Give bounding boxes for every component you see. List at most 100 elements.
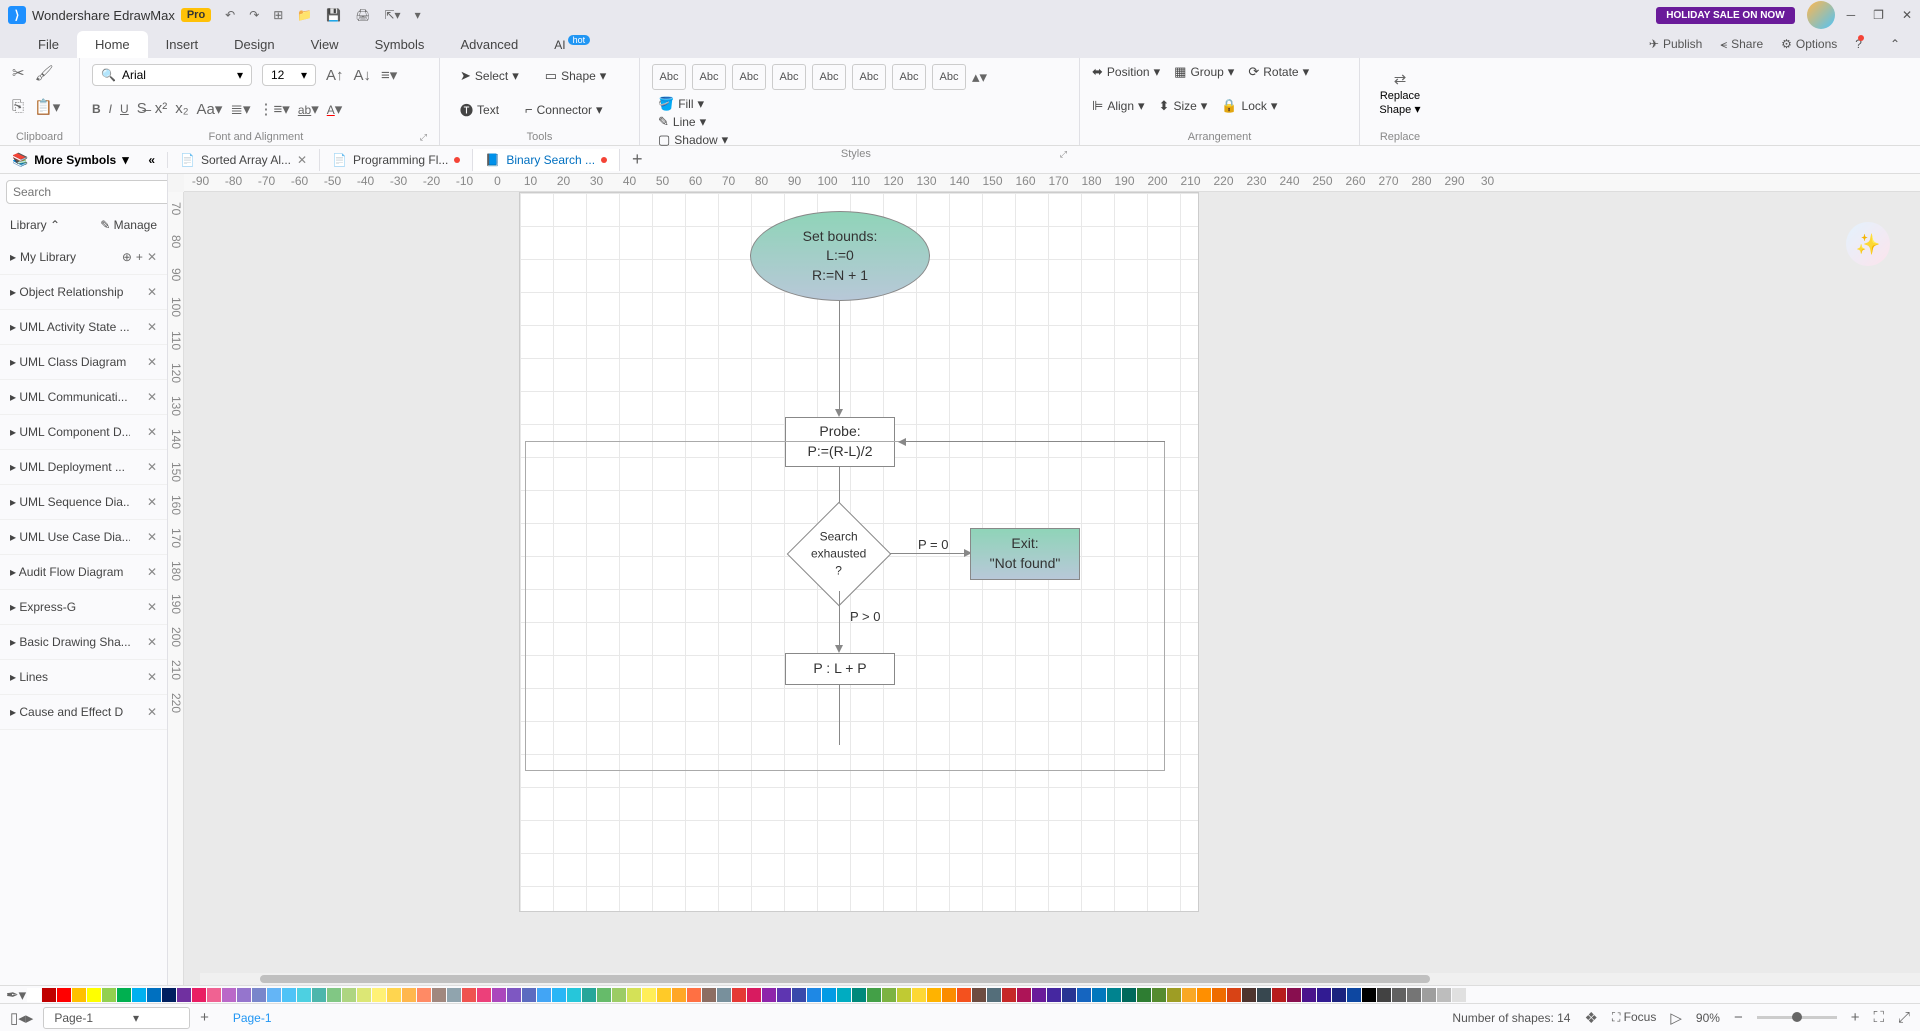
color-swatch[interactable]: [42, 988, 56, 1002]
page-tab-active[interactable]: Page-1: [219, 1011, 286, 1025]
color-swatch[interactable]: [732, 988, 746, 1002]
undo-icon[interactable]: ↶: [225, 8, 235, 22]
align-button[interactable]: ⊫ Align▾: [1092, 98, 1145, 114]
text-tool[interactable]: 🅣 Text: [452, 96, 507, 123]
color-swatch[interactable]: [312, 988, 326, 1002]
doc-tab-1[interactable]: 📄Programming Fl...: [320, 149, 473, 171]
menu-ai[interactable]: AIhot: [536, 31, 608, 58]
color-swatch[interactable]: [867, 988, 881, 1002]
menu-symbols[interactable]: Symbols: [357, 31, 443, 58]
color-swatch[interactable]: [972, 988, 986, 1002]
bold-icon[interactable]: B: [92, 100, 101, 117]
color-swatch[interactable]: [342, 988, 356, 1002]
font-select[interactable]: 🔍 Arial▾: [92, 64, 252, 86]
connector[interactable]: [839, 685, 840, 745]
menu-advanced[interactable]: Advanced: [442, 31, 536, 58]
library-item[interactable]: ▸ Cause and Effect D✕: [0, 695, 167, 730]
color-swatch[interactable]: [1152, 988, 1166, 1002]
fit-page-icon[interactable]: ⛶: [1873, 1009, 1884, 1026]
save-icon[interactable]: 💾: [326, 8, 341, 22]
color-swatch[interactable]: [1092, 988, 1106, 1002]
color-swatch[interactable]: [1302, 988, 1316, 1002]
add-page-icon[interactable]: +: [200, 1009, 209, 1026]
color-swatch[interactable]: [1002, 988, 1016, 1002]
lib-close-icon[interactable]: ✕: [147, 495, 157, 509]
color-swatch[interactable]: [162, 988, 176, 1002]
zoom-slider[interactable]: [1757, 1016, 1837, 1019]
color-swatch[interactable]: [417, 988, 431, 1002]
color-swatch[interactable]: [252, 988, 266, 1002]
color-swatch[interactable]: [597, 988, 611, 1002]
color-swatch[interactable]: [177, 988, 191, 1002]
publish-button[interactable]: ✈ Publish: [1649, 37, 1702, 52]
italic-icon[interactable]: I: [109, 100, 112, 117]
lib-close-icon[interactable]: ✕: [147, 320, 157, 334]
lock-button[interactable]: 🔒 Lock▾: [1221, 98, 1277, 114]
color-swatch[interactable]: [192, 988, 206, 1002]
collapse-ribbon-icon[interactable]: ⌃: [1890, 37, 1900, 52]
menu-insert[interactable]: Insert: [148, 31, 217, 58]
library-item[interactable]: ▸ UML Sequence Dia...✕: [0, 485, 167, 520]
color-swatch[interactable]: [1407, 988, 1421, 1002]
color-swatch[interactable]: [1332, 988, 1346, 1002]
canvas[interactable]: Set bounds: L:=0 R:=N + 1 Probe: P:=(R-L…: [184, 192, 1920, 985]
color-swatch[interactable]: [627, 988, 641, 1002]
style-preset-6[interactable]: Abc: [892, 64, 926, 90]
lib-plus-icon[interactable]: +: [136, 250, 143, 264]
lib-close-icon[interactable]: ✕: [147, 425, 157, 439]
library-item[interactable]: ▸ UML Component D...✕: [0, 415, 167, 450]
expand-font-icon[interactable]: ⤢: [420, 132, 427, 143]
color-swatch[interactable]: [1437, 988, 1451, 1002]
zoom-out-icon[interactable]: −: [1734, 1009, 1743, 1026]
size-button[interactable]: ⬍ Size▾: [1159, 98, 1208, 114]
color-swatch[interactable]: [27, 988, 41, 1002]
color-swatch[interactable]: [1242, 988, 1256, 1002]
color-swatch[interactable]: [402, 988, 416, 1002]
menu-view[interactable]: View: [293, 31, 357, 58]
style-preset-7[interactable]: Abc: [932, 64, 966, 90]
print-icon[interactable]: 🖨: [355, 8, 370, 22]
color-swatch[interactable]: [747, 988, 761, 1002]
color-swatch[interactable]: [837, 988, 851, 1002]
select-tool[interactable]: ➤ Select ▾: [452, 64, 527, 88]
paste-icon[interactable]: 📋▾: [34, 98, 60, 116]
lib-close-icon[interactable]: ✕: [147, 565, 157, 579]
color-swatch[interactable]: [717, 988, 731, 1002]
connector[interactable]: [890, 553, 968, 554]
color-swatch[interactable]: [537, 988, 551, 1002]
page-select[interactable]: Page-1 ▾: [43, 1007, 190, 1029]
lib-close-icon[interactable]: ✕: [147, 705, 157, 719]
color-swatch[interactable]: [852, 988, 866, 1002]
color-swatch[interactable]: [1197, 988, 1211, 1002]
style-preset-4[interactable]: Abc: [812, 64, 846, 90]
shrink-font-icon[interactable]: A↓: [354, 67, 372, 84]
color-swatch[interactable]: [882, 988, 896, 1002]
lib-close-icon[interactable]: ✕: [147, 390, 157, 404]
color-swatch[interactable]: [1287, 988, 1301, 1002]
color-swatch[interactable]: [1422, 988, 1436, 1002]
color-swatch[interactable]: [1317, 988, 1331, 1002]
lib-close-icon[interactable]: ✕: [147, 285, 157, 299]
new-icon[interactable]: ⊞: [273, 8, 283, 22]
redo-icon[interactable]: ↷: [249, 8, 259, 22]
color-swatch[interactable]: [612, 988, 626, 1002]
color-swatch[interactable]: [102, 988, 116, 1002]
shadow-button[interactable]: ▢ Shadow ▾: [658, 132, 728, 148]
color-swatch[interactable]: [1137, 988, 1151, 1002]
format-painter-icon[interactable]: 🖌: [35, 64, 54, 82]
color-swatch[interactable]: [1212, 988, 1226, 1002]
lib-add-icon[interactable]: ⊕: [122, 250, 132, 264]
open-icon[interactable]: 📁: [297, 8, 312, 22]
library-item[interactable]: ▸ UML Use Case Dia...✕: [0, 520, 167, 555]
style-preset-2[interactable]: Abc: [732, 64, 766, 90]
color-swatch[interactable]: [1167, 988, 1181, 1002]
drawing-page[interactable]: Set bounds: L:=0 R:=N + 1 Probe: P:=(R-L…: [519, 192, 1199, 912]
color-swatch[interactable]: [1227, 988, 1241, 1002]
color-swatch[interactable]: [1062, 988, 1076, 1002]
color-swatch[interactable]: [777, 988, 791, 1002]
color-swatch[interactable]: [687, 988, 701, 1002]
start-terminator[interactable]: Set bounds: L:=0 R:=N + 1: [750, 211, 930, 301]
color-swatch[interactable]: [807, 988, 821, 1002]
highlight-icon[interactable]: ab▾: [298, 100, 319, 118]
doc-tab-0[interactable]: 📄Sorted Array Al...✕: [168, 149, 320, 171]
